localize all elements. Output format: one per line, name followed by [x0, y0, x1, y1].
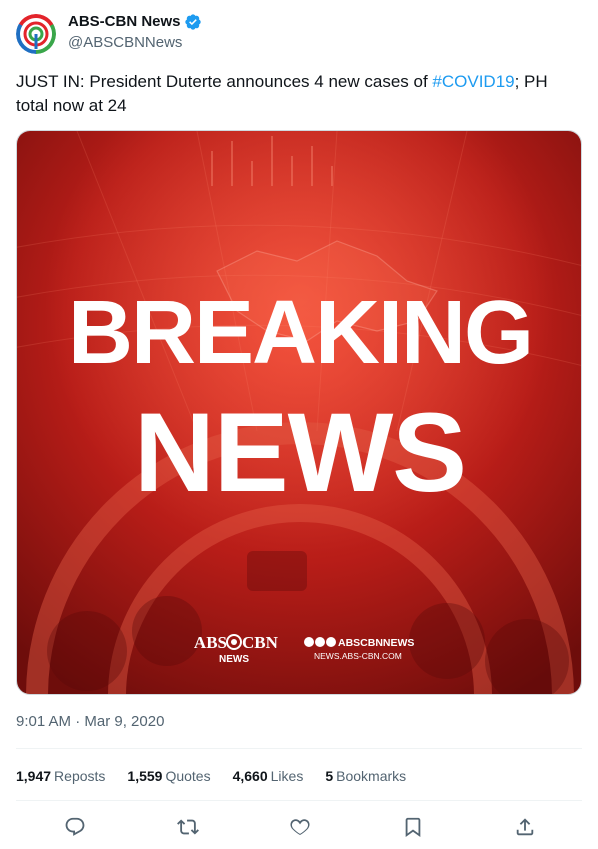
- twitter-icon: [315, 637, 325, 647]
- logo-abs-text: ABS: [194, 633, 227, 652]
- share-icon: [516, 818, 534, 836]
- action-bar: [62, 814, 538, 840]
- reply-icon: [65, 817, 85, 836]
- social-handle-text: ABSCBNNEWS: [338, 637, 414, 649]
- facebook-icon: [304, 637, 314, 647]
- site-text: NEWS.ABS-CBN.COM: [314, 651, 402, 661]
- stat-quotes[interactable]: 1,559 Quotes: [127, 766, 210, 786]
- stat-label: Likes: [270, 768, 304, 784]
- hashtag-link[interactable]: #COVID19: [432, 72, 514, 91]
- stat-count: 1,559: [127, 768, 163, 784]
- breaking-news-graphic: BREAKING NEWS ABS CBN NEWS ABSCBNNEWS NE…: [17, 131, 581, 694]
- headline-line2: NEWS: [134, 390, 466, 515]
- repost-button[interactable]: [175, 814, 201, 840]
- stat-likes[interactable]: 4,660 Likes: [233, 766, 304, 786]
- headline-line1: BREAKING: [68, 283, 532, 383]
- tweet-timestamp[interactable]: 9:01 AM · Mar 9, 2020: [16, 713, 164, 730]
- verified-badge-icon: [184, 14, 201, 30]
- bookmark-button[interactable]: [400, 814, 426, 840]
- stat-label: Bookmarks: [336, 768, 407, 784]
- stat-label: Reposts: [54, 768, 106, 784]
- tweet-media-image[interactable]: BREAKING NEWS ABS CBN NEWS ABSCBNNEWS NE…: [16, 130, 582, 695]
- stat-count: 4,660: [232, 768, 268, 784]
- reply-button[interactable]: [62, 814, 88, 840]
- avatar[interactable]: [16, 14, 56, 54]
- tweet-text-before: JUST IN: President Duterte announces 4 n…: [16, 72, 433, 91]
- abs-cbn-logo-icon: [16, 14, 56, 54]
- engagement-stats: 1,947 Reposts 1,559 Quotes 4,660 Likes 5 Boo…: [16, 766, 428, 786]
- logo-cbn-text: CBN: [242, 633, 279, 652]
- like-button[interactable]: [287, 814, 313, 840]
- author-name[interactable]: ABS-CBN News: [68, 12, 181, 32]
- divider: [16, 800, 582, 801]
- bookmark-icon: [405, 817, 420, 838]
- logo-news-text: NEWS: [219, 654, 249, 665]
- stat-reposts[interactable]: 1,947 Reposts: [16, 766, 105, 786]
- repost-icon: [176, 819, 199, 835]
- instagram-icon: [326, 637, 336, 647]
- stat-count: 1,947: [16, 768, 52, 784]
- stat-count: 5: [325, 768, 334, 784]
- tweet-header: ABS-CBN News @ABSCBNNews: [16, 12, 202, 54]
- tweet-text: JUST IN: President Duterte announces 4 n…: [16, 70, 576, 118]
- stat-bookmarks[interactable]: 5 Bookmarks: [325, 766, 406, 786]
- share-button[interactable]: [512, 814, 538, 840]
- author-handle[interactable]: @ABSCBNNews: [68, 33, 202, 53]
- stat-label: Quotes: [165, 768, 211, 784]
- divider: [16, 748, 582, 749]
- like-icon: [290, 819, 310, 835]
